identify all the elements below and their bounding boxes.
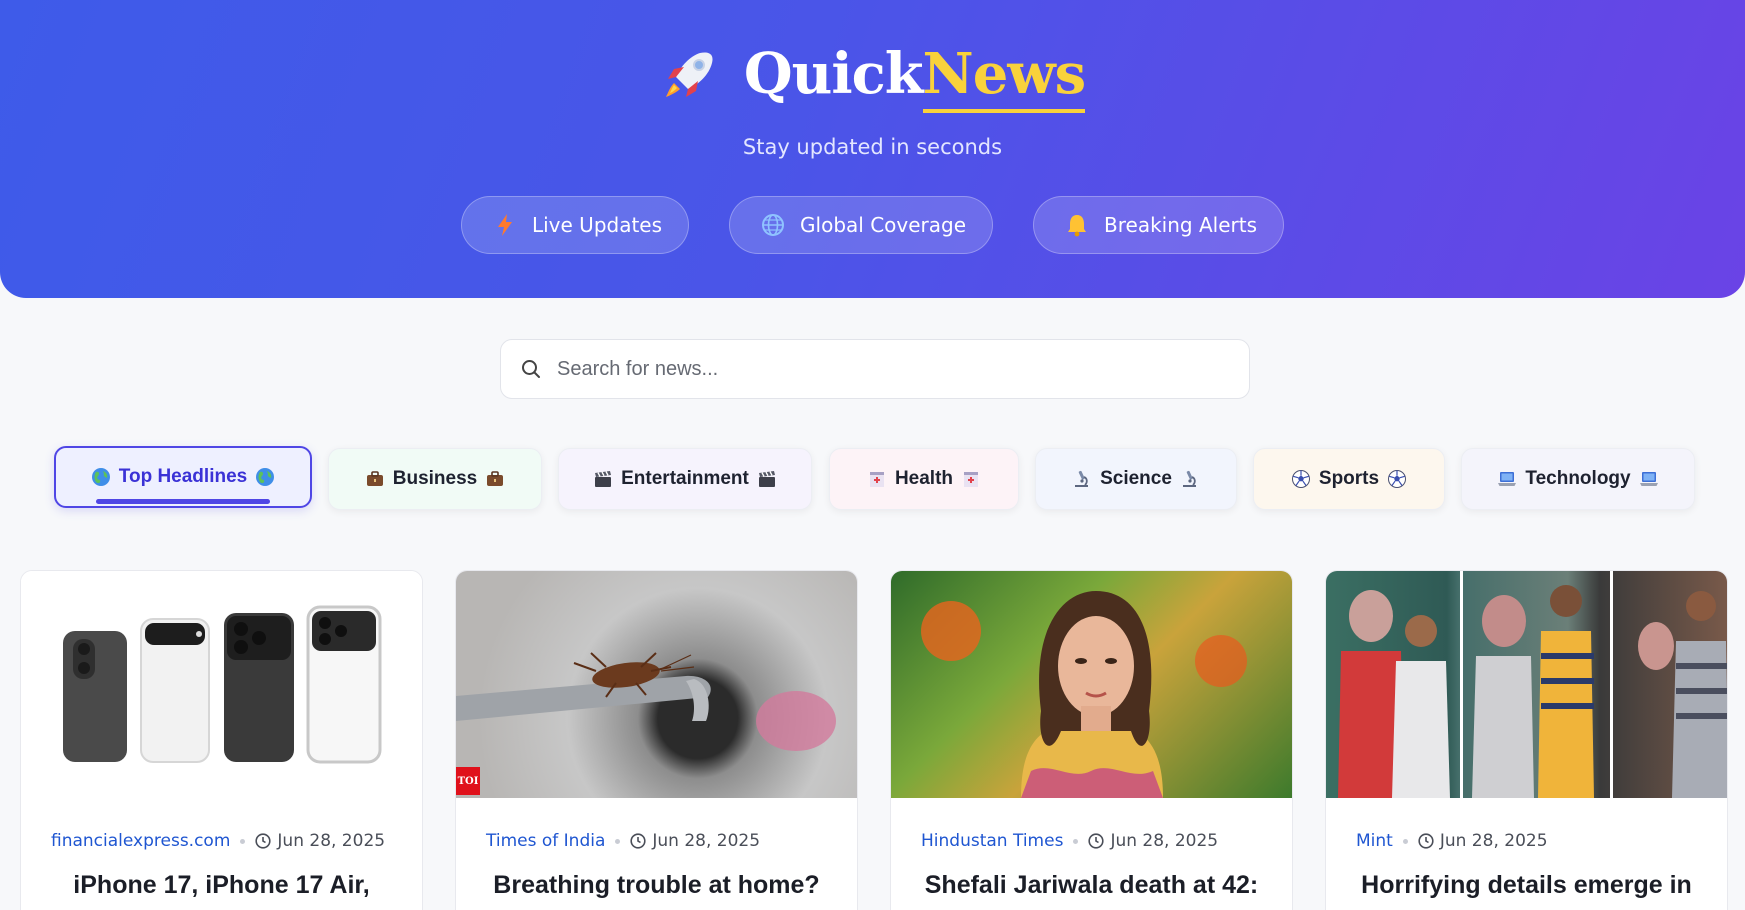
date-text: Jun 28, 2025: [277, 831, 386, 851]
logo-main: Quick: [743, 41, 924, 107]
tab-top-headlines[interactable]: Top Headlines: [54, 446, 312, 508]
article-date: Jun 28, 2025: [1088, 831, 1218, 851]
microscope-icon: [1075, 470, 1089, 487]
article-meta: Hindustan Times Jun 28, 2025: [921, 831, 1272, 851]
briefcase-icon: [487, 471, 504, 486]
article-source[interactable]: Hindustan Times: [921, 831, 1063, 851]
tab-label: Entertainment: [621, 468, 749, 489]
feature-label: Live Updates: [531, 213, 663, 237]
meta-separator: [615, 838, 621, 844]
tab-science[interactable]: Science: [1035, 448, 1237, 510]
tab-health[interactable]: Health: [829, 448, 1019, 510]
meta-separator: [240, 838, 246, 844]
date-text: Jun 28, 2025: [1439, 831, 1548, 851]
article-image[interactable]: [21, 571, 422, 798]
article-image[interactable]: [1326, 571, 1727, 798]
article-source[interactable]: Times of India: [486, 831, 605, 851]
article-meta: Mint Jun 28, 2025: [1356, 831, 1707, 851]
clapper-icon: [595, 471, 612, 487]
article-card[interactable]: financialexpress.com Jun 28, 2025 iPhone…: [20, 570, 423, 910]
feature-label: Global Coverage: [800, 213, 967, 237]
tab-label: Sports: [1318, 468, 1380, 489]
article-source[interactable]: financialexpress.com: [51, 831, 230, 851]
article-title[interactable]: Horrifying details emerge in: [1336, 871, 1717, 900]
article-date: Jun 28, 2025: [630, 831, 760, 851]
clock-icon: [255, 833, 272, 849]
earth-icon: [256, 468, 275, 486]
bell-icon: [1064, 212, 1090, 238]
laptop-icon: [1498, 472, 1517, 486]
category-tabs: Top Headlines Business Entertainment Hea…: [0, 446, 1745, 510]
article-meta: Times of India Jun 28, 2025: [486, 831, 837, 851]
tagline: Stay updated in seconds: [742, 135, 1003, 159]
tab-entertainment[interactable]: Entertainment: [558, 448, 812, 510]
meta-separator: [1073, 838, 1079, 844]
microscope-icon: [1182, 470, 1196, 487]
laptop-icon: [1639, 472, 1658, 486]
tab-label: Science: [1100, 468, 1172, 489]
arrest-image: [1338, 571, 1727, 798]
tab-business[interactable]: Business: [328, 448, 542, 510]
article-card[interactable]: Hindustan Times Jun 28, 2025 Shefali Jar…: [890, 570, 1293, 910]
article-meta: financialexpress.com Jun 28, 2025: [51, 831, 402, 851]
feature-live-updates[interactable]: Live Updates: [460, 196, 690, 254]
rocket-icon: [665, 52, 713, 97]
lightning-icon: [492, 212, 518, 238]
feature-pills: Live Updates Global Coverage Breaking Al…: [0, 196, 1745, 254]
article-card[interactable]: TOI Times of India Jun 28, 2025 Breathin…: [455, 570, 858, 910]
article-image[interactable]: [891, 571, 1292, 798]
toi-badge: TOI: [456, 767, 480, 795]
brand: QuickNews: [0, 41, 1745, 113]
hero-banner: QuickNews Stay updated in seconds Live U…: [0, 0, 1745, 298]
phones-image: [63, 605, 382, 764]
search-bar[interactable]: [500, 339, 1250, 399]
briefcase-icon: [366, 471, 383, 486]
date-text: Jun 28, 2025: [1110, 831, 1219, 851]
portrait-image: [921, 591, 1247, 798]
hospital-icon: [964, 472, 979, 487]
article-card[interactable]: Mint Jun 28, 2025 Horrifying details eme…: [1325, 570, 1728, 910]
feature-global-coverage[interactable]: Global Coverage: [729, 196, 994, 254]
clock-icon: [1418, 833, 1434, 849]
feature-breaking-alerts[interactable]: Breaking Alerts: [1033, 196, 1284, 254]
meta-separator: [1402, 838, 1408, 844]
clock-icon: [630, 833, 646, 849]
article-title[interactable]: iPhone 17, iPhone 17 Air,: [31, 871, 412, 900]
cockroach-image: [456, 652, 836, 751]
logo-accent: News: [922, 41, 1086, 113]
earth-icon: [91, 468, 110, 486]
tab-label: Technology: [1525, 468, 1631, 489]
article-title[interactable]: Shefali Jariwala death at 42:: [901, 871, 1282, 900]
article-title[interactable]: Breathing trouble at home?: [466, 871, 847, 900]
search-icon: [522, 360, 540, 378]
tab-technology[interactable]: Technology: [1461, 448, 1695, 510]
globe-icon: [760, 212, 786, 238]
clock-icon: [1088, 833, 1105, 849]
soccer-ball-icon: [1291, 470, 1310, 488]
article-grid: financialexpress.com Jun 28, 2025 iPhone…: [20, 570, 1730, 910]
article-source[interactable]: Mint: [1356, 831, 1393, 851]
hospital-icon: [869, 472, 884, 487]
search-input[interactable]: [557, 357, 1197, 381]
date-text: Jun 28, 2025: [652, 831, 761, 851]
logo[interactable]: QuickNews: [743, 41, 1086, 113]
article-date: Jun 28, 2025: [255, 831, 385, 851]
feature-label: Breaking Alerts: [1104, 213, 1257, 237]
tab-label: Health: [894, 468, 954, 489]
tab-sports[interactable]: Sports: [1253, 448, 1445, 510]
article-image[interactable]: TOI: [456, 571, 857, 798]
soccer-ball-icon: [1388, 470, 1407, 488]
article-date: Jun 28, 2025: [1418, 831, 1548, 851]
clapper-icon: [758, 471, 775, 487]
tab-label: Business: [392, 468, 478, 489]
active-tab-underline: [96, 499, 270, 504]
tab-label: Top Headlines: [118, 466, 248, 487]
